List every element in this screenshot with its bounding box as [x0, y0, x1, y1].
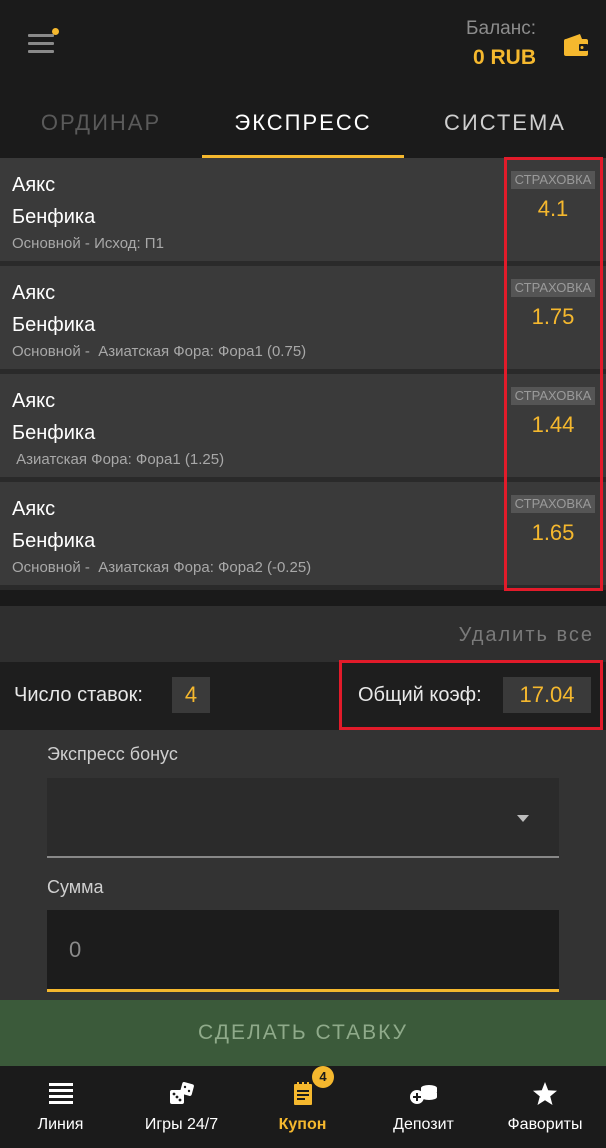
delete-area: Удалить все [0, 606, 606, 662]
team-away: Бенфика [12, 314, 96, 336]
wallet-icon[interactable] [562, 32, 590, 58]
bet-odds: 1.44 [531, 412, 575, 437]
bet-item[interactable]: Аякс Бенфика Основной - Азиатская Фора: … [0, 482, 606, 590]
notification-dot [52, 28, 59, 35]
tab-express[interactable]: ЭКСПРЕСС [202, 110, 404, 158]
bet-form: Экспресс бонус Сумма [0, 730, 606, 1000]
bet-market: Основной - Азиатская Фора: Фора2 (-0.25) [12, 559, 312, 576]
tab-single[interactable]: ОРДИНАР [0, 110, 202, 158]
bet-count-value: 4 [172, 677, 210, 713]
bet-item[interactable]: Аякс Бенфика Основной - Исход: П1 СТРАХО… [0, 158, 606, 266]
nav-label: Игры 24/7 [144, 1116, 219, 1133]
bet-list: Аякс Бенфика Основной - Исход: П1 СТРАХО… [0, 158, 606, 590]
nav-favorites[interactable]: Фавориты [484, 1066, 606, 1148]
nav-label: Депозит [393, 1116, 454, 1133]
team-home: Аякс [12, 174, 56, 196]
balance-label: Баланс: [466, 18, 536, 39]
place-bet-button[interactable]: СДЕЛАТЬ СТАВКУ [0, 1000, 606, 1066]
stake-input[interactable] [47, 910, 559, 992]
nav-label: Линия [37, 1116, 84, 1133]
bet-market: Основной - Азиатская Фора: Фора1 (0.75) [12, 343, 307, 360]
team-away: Бенфика [12, 422, 96, 444]
nav-coupon[interactable]: Купон [242, 1066, 363, 1148]
bet-market: Основной - Исход: П1 [12, 235, 164, 252]
nav-label: Фавориты [507, 1116, 583, 1133]
bet-item[interactable]: Аякс Бенфика Основной - Азиатская Фора: … [0, 266, 606, 374]
bet-odds: 1.75 [531, 304, 575, 329]
nav-deposit[interactable]: Депозит [363, 1066, 484, 1148]
team-away: Бенфика [12, 206, 96, 228]
team-away: Бенфика [12, 530, 96, 552]
team-home: Аякс [12, 282, 56, 304]
menu-icon[interactable] [26, 28, 59, 58]
delete-all-button[interactable]: Удалить все [459, 624, 594, 647]
bet-count-label: Число ставок: [14, 684, 143, 706]
bet-item[interactable]: Аякс Бенфика Азиатская Фора: Фора1 (1.25… [0, 374, 606, 482]
team-home: Аякс [12, 390, 56, 412]
bet-type-tabs: ОРДИНАР ЭКСПРЕСС СИСТЕМА [0, 92, 606, 158]
total-odds-label: Общий коэф: [358, 684, 482, 706]
insurance-button[interactable]: СТРАХОВКА [511, 495, 595, 513]
coins-plus-icon [409, 1082, 439, 1110]
bottom-navigation: Линия Игры 24/7 Купон Депозит Фавориты [0, 1066, 606, 1148]
app-header: Баланс: 0 RUB [0, 0, 606, 92]
team-home: Аякс [12, 498, 56, 520]
express-bonus-label: Экспресс бонус [47, 744, 178, 764]
insurance-button[interactable]: СТРАХОВКА [511, 171, 595, 189]
bet-odds: 4.1 [537, 196, 569, 221]
nav-games[interactable]: Игры 24/7 [121, 1066, 242, 1148]
coupon-count-badge: 4 [312, 1066, 334, 1088]
insurance-button[interactable]: СТРАХОВКА [511, 279, 595, 297]
nav-line[interactable]: Линия [0, 1066, 121, 1148]
stake-label: Сумма [47, 877, 104, 897]
total-odds-value: 17.04 [503, 677, 591, 713]
coupon-icon [293, 1082, 313, 1110]
nav-label: Купон [278, 1116, 327, 1133]
insurance-button[interactable]: СТРАХОВКА [511, 387, 595, 405]
star-icon [532, 1082, 558, 1110]
tab-system[interactable]: СИСТЕМА [404, 110, 606, 158]
chevron-down-icon [517, 815, 529, 822]
dice-icon [169, 1082, 195, 1110]
list-icon [48, 1082, 73, 1108]
bet-odds: 1.65 [531, 520, 575, 545]
express-bonus-select[interactable] [47, 778, 559, 858]
balance-value[interactable]: 0 RUB [473, 46, 536, 70]
coupon-summary: Число ставок: 4 Общий коэф: 17.04 [0, 662, 606, 730]
bet-market: Азиатская Фора: Фора1 (1.25) [12, 451, 225, 468]
